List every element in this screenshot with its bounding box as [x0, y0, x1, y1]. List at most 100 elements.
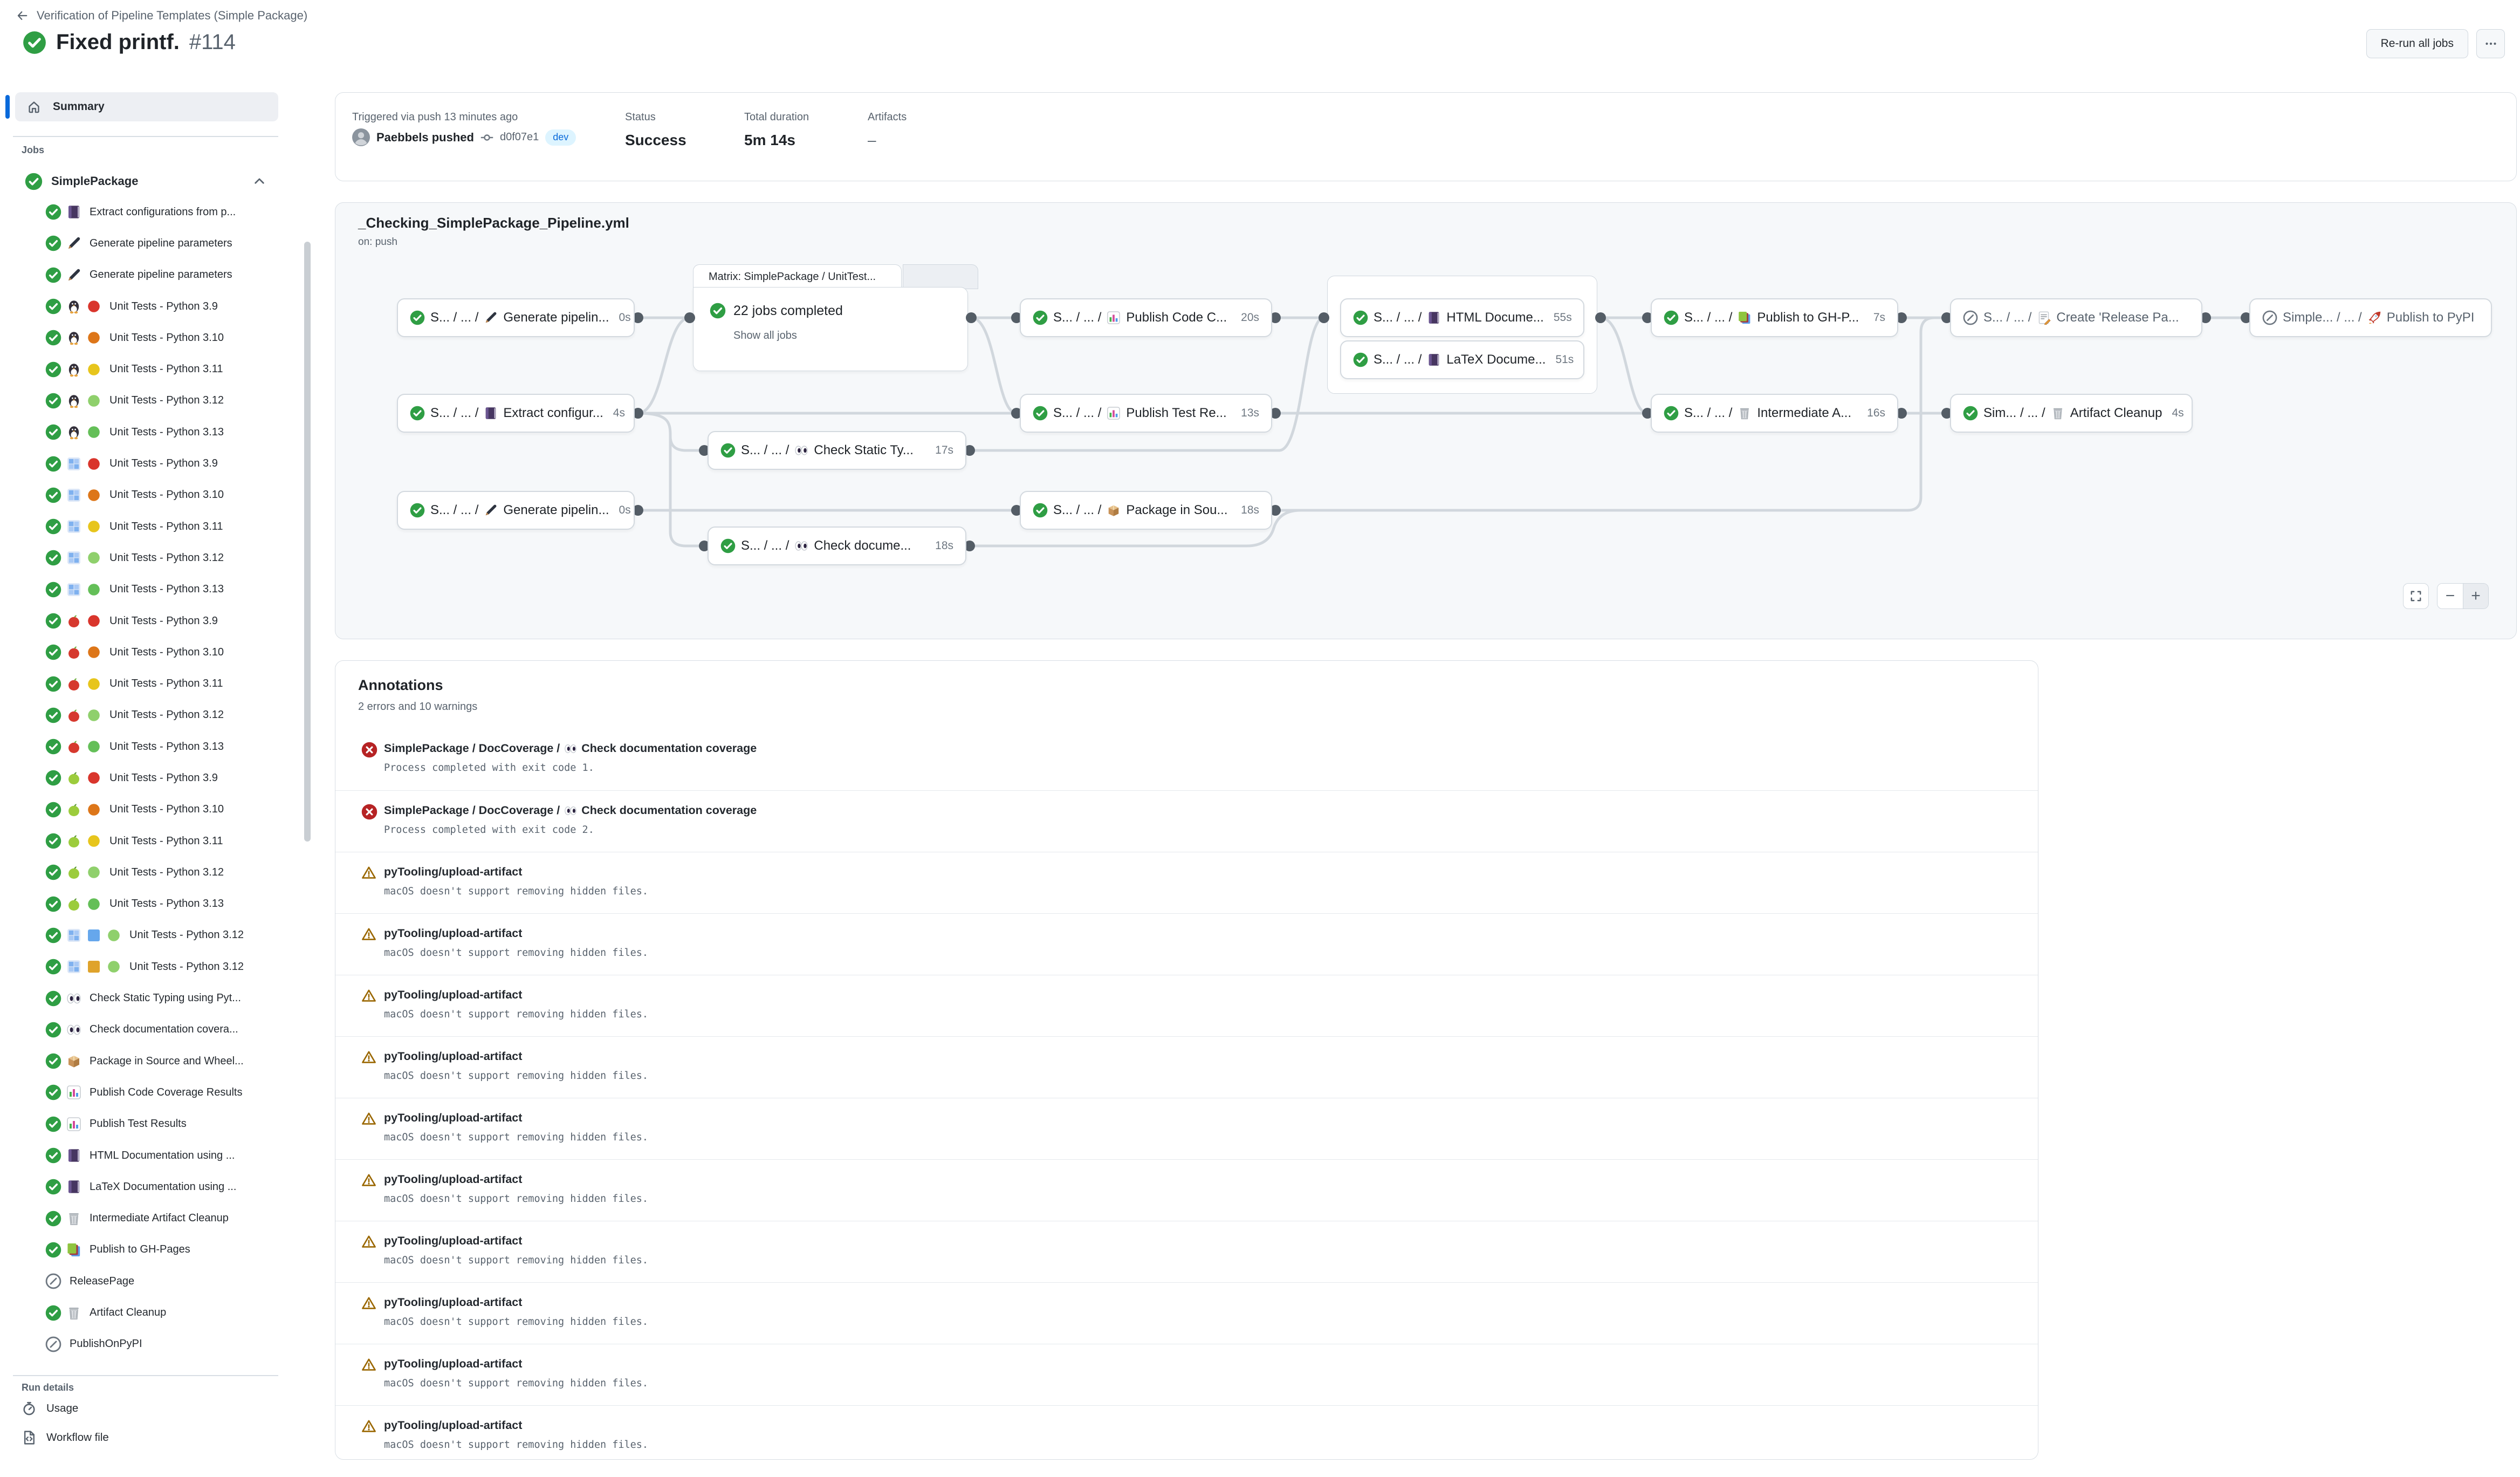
sidebar-item-check-documentation-covera[interactable]: Check documentation covera... [0, 1014, 302, 1045]
back-arrow-icon[interactable] [16, 10, 28, 22]
run-number: #114 [189, 30, 236, 54]
sidebar-item-unit-tests-python-3-12[interactable]: Unit Tests - Python 3.12 [0, 385, 302, 416]
fullscreen-button[interactable] [2403, 583, 2429, 609]
pen-icon [66, 268, 81, 283]
actor-action[interactable]: Paebbels pushed [376, 131, 474, 145]
sidebar-item-unit-tests-python-3-10[interactable]: Unit Tests - Python 3.10 [0, 480, 302, 511]
rerun-all-jobs-button[interactable]: Re-run all jobs [2366, 29, 2468, 58]
sidebar-item-latex-documentation-using[interactable]: LaTeX Documentation using ... [0, 1171, 302, 1202]
zoom-in-button[interactable]: + [2463, 584, 2488, 608]
annotation-warning: pyTooling/upload-artifact macOS doesn't s… [335, 1159, 2038, 1221]
sidebar-item-unit-tests-python-3-10[interactable]: Unit Tests - Python 3.10 [0, 637, 302, 668]
sidebar-item-extract-configurations-from-p[interactable]: Extract configurations from p... [0, 196, 302, 228]
node-label: HTML Docume... [1446, 310, 1543, 325]
dot-orange-icon [86, 802, 101, 817]
graph-node-publish-to-pypi[interactable]: Simple... / ... /Publish to PyPI [2249, 298, 2492, 337]
annotation-title[interactable]: SimplePackage / DocCoverage /Check docum… [384, 804, 757, 817]
sidebar-item-unit-tests-python-3-12[interactable]: Unit Tests - Python 3.12 [0, 920, 302, 951]
annotation-title[interactable]: pyTooling/upload-artifact [384, 988, 522, 1002]
success-icon [1664, 406, 1679, 421]
annotation-title[interactable]: pyTooling/upload-artifact [384, 1050, 522, 1063]
node-duration: 4s [2167, 407, 2183, 420]
sidebar-item-package-in-source-and-wheel[interactable]: Package in Source and Wheel... [0, 1045, 302, 1077]
sidebar-item-unit-tests-python-3-11[interactable]: Unit Tests - Python 3.11 [0, 825, 302, 857]
annotation-title[interactable]: SimplePackage / DocCoverage /Check docum… [384, 742, 757, 755]
sidebar-item-summary[interactable]: Summary [15, 92, 278, 121]
annotation-title[interactable]: pyTooling/upload-artifact [384, 1111, 522, 1125]
graph-node-check-static-ty[interactable]: S... / ... /Check Static Ty...17s [708, 431, 966, 470]
sidebar-item-publish-test-results[interactable]: Publish Test Results [0, 1109, 302, 1140]
annotation-title[interactable]: pyTooling/upload-artifact [384, 1173, 522, 1186]
graph-node-publish-code-c[interactable]: S... / ... /Publish Code C...20s [1020, 298, 1272, 337]
success-icon [1963, 406, 1978, 421]
sidebar-item-unit-tests-python-3-13[interactable]: Unit Tests - Python 3.13 [0, 731, 302, 762]
sidebar-item-generate-pipeline-parameters[interactable]: Generate pipeline parameters [0, 228, 302, 259]
graph-node-create-release-pa[interactable]: S... / ... /Create 'Release Pa... [1950, 298, 2202, 337]
sidebar-item-unit-tests-python-3-12[interactable]: Unit Tests - Python 3.12 [0, 857, 302, 888]
annotation-title[interactable]: pyTooling/upload-artifact [384, 927, 522, 940]
sidebar-item-unit-tests-python-3-9[interactable]: Unit Tests - Python 3.9 [0, 291, 302, 322]
node-prefix: S... / ... / [1374, 352, 1422, 367]
sidebar-item-unit-tests-python-3-12[interactable]: Unit Tests - Python 3.12 [0, 951, 302, 982]
graph-node-artifact-cleanup[interactable]: Sim... / ... /Artifact Cleanup4s [1950, 394, 2193, 433]
sidebar-item-unit-tests-python-3-13[interactable]: Unit Tests - Python 3.13 [0, 574, 302, 605]
sidebar-item-releasepage[interactable]: ReleasePage [0, 1266, 302, 1297]
annotation-title[interactable]: pyTooling/upload-artifact [384, 1357, 522, 1371]
sidebar-item-artifact-cleanup[interactable]: Artifact Cleanup [0, 1297, 302, 1328]
graph-node-intermediate-a[interactable]: S... / ... /Intermediate A...16s [1651, 394, 1898, 433]
sidebar-item-unit-tests-python-3-9[interactable]: Unit Tests - Python 3.9 [0, 762, 302, 794]
sidebar-item-publish-code-coverage-results[interactable]: Publish Code Coverage Results [0, 1077, 302, 1108]
sidebar-item-unit-tests-python-3-11[interactable]: Unit Tests - Python 3.11 [0, 353, 302, 385]
sidebar-item-unit-tests-python-3-11[interactable]: Unit Tests - Python 3.11 [0, 668, 302, 699]
graph-node-latex-docume[interactable]: S... / ... /LaTeX Docume...51s [1340, 340, 1584, 379]
zoom-out-button[interactable]: − [2437, 584, 2463, 608]
annotation-title[interactable]: pyTooling/upload-artifact [384, 1296, 522, 1309]
sidebar-item-generate-pipeline-parameters[interactable]: Generate pipeline parameters [0, 259, 302, 291]
run-details-list: UsageWorkflow file [0, 1394, 302, 1452]
sidebar-item-intermediate-artifact-cleanup[interactable]: Intermediate Artifact Cleanup [0, 1203, 302, 1234]
graph-node-generate-pipelin[interactable]: S... / ... /Generate pipelin...0s [397, 491, 635, 530]
success-icon [45, 235, 61, 251]
node-label: Generate pipelin... [503, 310, 609, 325]
graph-node-publish-test-re[interactable]: S... / ... /Publish Test Re...13s [1020, 394, 1272, 433]
annotation-title[interactable]: pyTooling/upload-artifact [384, 1234, 522, 1248]
avatar[interactable] [352, 128, 370, 146]
breadcrumb[interactable]: Verification of Pipeline Templates (Simp… [37, 9, 307, 23]
annotation-warning: pyTooling/upload-artifactmacOS doesn't s… [335, 975, 2038, 1036]
annotation-message: Process completed with exit code 1. [384, 762, 594, 774]
sidebar-item-unit-tests-python-3-10[interactable]: Unit Tests - Python 3.10 [0, 322, 302, 353]
graph-node-publish-to-gh-p[interactable]: S... / ... /Publish to GH-P...7s [1651, 298, 1898, 337]
chevron-up-icon[interactable] [252, 174, 266, 188]
job-label: Unit Tests - Python 3.10 [109, 646, 224, 659]
graph-node-extract-configur[interactable]: S... / ... /Extract configur...4s [397, 394, 635, 433]
kebab-menu-button[interactable] [2476, 29, 2505, 58]
sidebar-item-unit-tests-python-3-9[interactable]: Unit Tests - Python 3.9 [0, 448, 302, 479]
sidebar-item-unit-tests-python-3-13[interactable]: Unit Tests - Python 3.13 [0, 888, 302, 920]
sidebar-group-simplepackage[interactable]: SimplePackage [0, 166, 302, 196]
commit-sha[interactable]: d0f07e1 [500, 131, 539, 143]
sidebar-item-check-static-typing-using-pyt[interactable]: Check Static Typing using Pyt... [0, 982, 302, 1014]
sidebar-item-unit-tests-python-3-10[interactable]: Unit Tests - Python 3.10 [0, 794, 302, 825]
sidebar-item-html-documentation-using[interactable]: HTML Documentation using ... [0, 1140, 302, 1171]
branch-badge[interactable]: dev [545, 129, 576, 146]
annotation-message: macOS doesn't support removing hidden fi… [384, 1193, 648, 1205]
graph-node-generate-pipelin[interactable]: S... / ... /Generate pipelin...0s [397, 298, 635, 337]
annotation-title[interactable]: pyTooling/upload-artifact [384, 1419, 522, 1432]
sidebar-item-workflow-file[interactable]: Workflow file [0, 1423, 302, 1452]
annotation-title[interactable]: pyTooling/upload-artifact [384, 865, 522, 879]
eyes-icon [794, 539, 808, 553]
sidebar-item-unit-tests-python-3-9[interactable]: Unit Tests - Python 3.9 [0, 605, 302, 637]
sidebar-item-unit-tests-python-3-13[interactable]: Unit Tests - Python 3.13 [0, 416, 302, 448]
sidebar-item-publish-to-gh-pages[interactable]: Publish to GH-Pages [0, 1234, 302, 1266]
graph-node-html-docume[interactable]: S... / ... /HTML Docume...55s [1340, 298, 1584, 337]
sidebar-item-usage[interactable]: Usage [0, 1394, 302, 1423]
sidebar-item-publishonpypi[interactable]: PublishOnPyPI [0, 1329, 302, 1360]
graph-node-package-in-sou[interactable]: S... / ... /Package in Sou...18s [1020, 491, 1272, 530]
sidebar-item-unit-tests-python-3-12[interactable]: Unit Tests - Python 3.12 [0, 700, 302, 731]
scrollbar-thumb[interactable] [304, 242, 311, 842]
dot-green-light-icon [106, 959, 121, 974]
dot-yellow-icon [86, 519, 101, 534]
graph-node-check-docume[interactable]: S... / ... /Check docume...18s [708, 526, 966, 565]
sidebar-item-unit-tests-python-3-12[interactable]: Unit Tests - Python 3.12 [0, 542, 302, 573]
sidebar-item-unit-tests-python-3-11[interactable]: Unit Tests - Python 3.11 [0, 511, 302, 542]
